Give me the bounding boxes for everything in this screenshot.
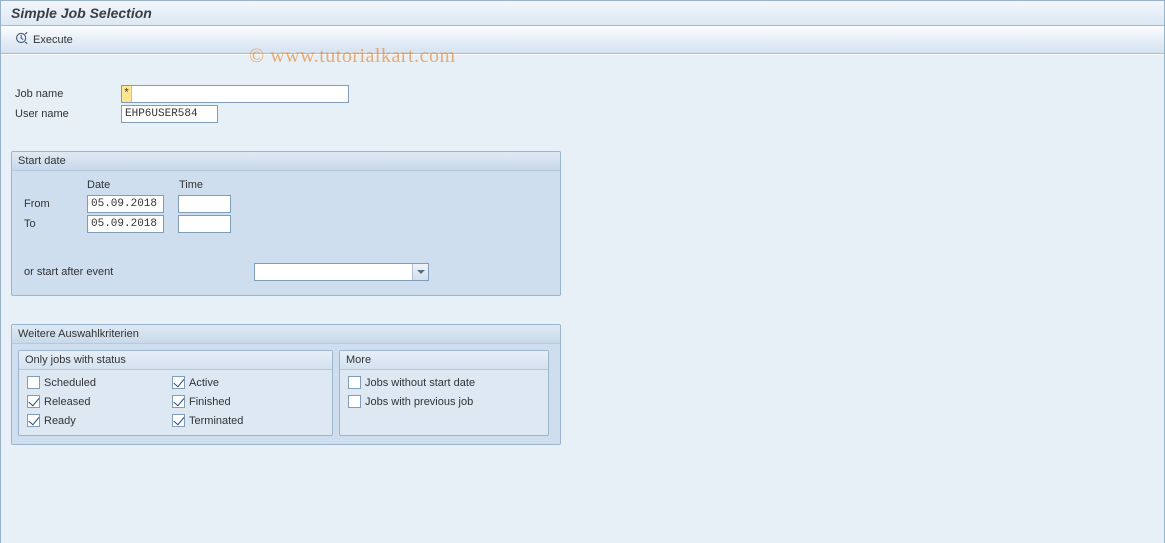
from-time-input[interactable]: [178, 195, 231, 213]
clock-run-icon: [15, 31, 29, 48]
released-label: Released: [44, 396, 90, 408]
released-checkbox[interactable]: [27, 395, 40, 408]
job-name-input[interactable]: [132, 86, 348, 102]
scheduled-check-item[interactable]: Scheduled: [27, 376, 172, 389]
job-name-label: Job name: [11, 88, 121, 100]
terminated-check-item[interactable]: Terminated: [172, 414, 317, 427]
no-start-label: Jobs without start date: [365, 377, 475, 389]
active-label: Active: [189, 377, 219, 389]
date-col-label: Date: [87, 179, 179, 191]
status-columns: Scheduled Released Ready: [27, 376, 324, 427]
chevron-down-icon: [412, 264, 428, 280]
terminated-checkbox[interactable]: [172, 414, 185, 427]
page-title: Simple Job Selection: [11, 5, 152, 21]
ready-check-item[interactable]: Ready: [27, 414, 172, 427]
status-subgroup-body: Scheduled Released Ready: [19, 370, 332, 435]
active-checkbox[interactable]: [172, 376, 185, 389]
status-col-1: Scheduled Released Ready: [27, 376, 172, 427]
active-check-item[interactable]: Active: [172, 376, 317, 389]
event-row: or start after event: [22, 263, 550, 281]
job-name-field[interactable]: *: [121, 85, 349, 103]
terminated-label: Terminated: [189, 415, 243, 427]
time-col-label: Time: [179, 179, 203, 191]
user-name-label: User name: [11, 108, 121, 120]
status-subgroup-title: Only jobs with status: [19, 351, 332, 370]
job-name-row: Job name *: [11, 85, 1154, 103]
to-row: To: [22, 215, 550, 233]
prev-job-check-item[interactable]: Jobs with previous job: [348, 395, 540, 408]
start-date-body: Date Time From To or start after event: [12, 171, 560, 295]
user-name-row: User name: [11, 105, 1154, 123]
from-label: From: [22, 198, 87, 210]
no-start-check-item[interactable]: Jobs without start date: [348, 376, 540, 389]
to-time-input[interactable]: [178, 215, 231, 233]
event-select[interactable]: [254, 263, 429, 281]
scheduled-label: Scheduled: [44, 377, 96, 389]
further-criteria-title: Weitere Auswahlkriterien: [12, 325, 560, 344]
window-frame: Simple Job Selection Execute © www.tutor…: [0, 0, 1165, 543]
ready-checkbox[interactable]: [27, 414, 40, 427]
finished-checkbox[interactable]: [172, 395, 185, 408]
prev-job-checkbox[interactable]: [348, 395, 361, 408]
status-col-2: Active Finished Terminated: [172, 376, 317, 427]
status-subgroup: Only jobs with status Scheduled Rele: [18, 350, 333, 436]
user-name-input[interactable]: [121, 105, 218, 123]
date-header-row: Date Time: [22, 179, 550, 191]
more-subgroup-title: More: [340, 351, 548, 370]
toolbar: Execute: [1, 26, 1164, 54]
start-date-group: Start date Date Time From To: [11, 151, 561, 296]
start-date-title: Start date: [12, 152, 560, 171]
more-subgroup-body: Jobs without start date Jobs with previo…: [340, 370, 548, 416]
no-start-checkbox[interactable]: [348, 376, 361, 389]
finished-check-item[interactable]: Finished: [172, 395, 317, 408]
content-area: Job name * User name Start date Date Tim…: [1, 54, 1164, 543]
more-subgroup: More Jobs without start date Jobs with p…: [339, 350, 549, 436]
to-date-input[interactable]: [87, 215, 164, 233]
scheduled-checkbox[interactable]: [27, 376, 40, 389]
execute-label: Execute: [33, 34, 73, 46]
title-bar: Simple Job Selection: [1, 1, 1164, 26]
job-name-prefix: *: [122, 86, 132, 102]
sub-groups-row: Only jobs with status Scheduled Rele: [12, 344, 560, 444]
finished-label: Finished: [189, 396, 231, 408]
released-check-item[interactable]: Released: [27, 395, 172, 408]
from-row: From: [22, 195, 550, 213]
further-criteria-group: Weitere Auswahlkriterien Only jobs with …: [11, 324, 561, 445]
execute-button[interactable]: Execute: [11, 30, 77, 49]
to-label: To: [22, 218, 87, 230]
from-date-input[interactable]: [87, 195, 164, 213]
prev-job-label: Jobs with previous job: [365, 396, 473, 408]
event-label: or start after event: [22, 266, 254, 278]
ready-label: Ready: [44, 415, 76, 427]
